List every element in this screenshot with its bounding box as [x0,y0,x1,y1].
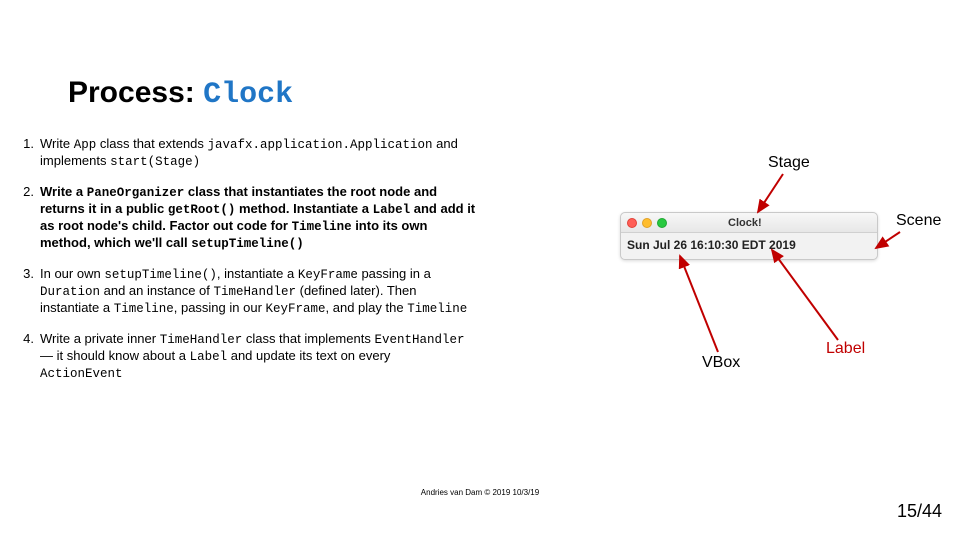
list-text: Write a private inner TimeHandler class … [40,331,476,382]
clock-text: Sun Jul 26 16:10:30 EDT 2019 [627,238,796,252]
app-window: Clock! Sun Jul 26 16:10:30 EDT 2019 [620,212,878,260]
list-item: 2.Write a PaneOrganizer class that insta… [18,184,476,252]
label-text-label: Label [826,340,865,358]
page-number: 15/44 [897,501,942,522]
list-text: Write a PaneOrganizer class that instant… [40,184,476,252]
list-text: Write App class that extends javafx.appl… [40,136,476,170]
slide-title: Process: Clock [68,76,293,112]
diagram: Stage Scene VBox Label Clock! Sun Jul 26… [620,150,940,400]
numbered-list: 1.Write App class that extends javafx.ap… [18,136,476,396]
arrows [620,150,940,400]
title-text: Process: [68,76,203,109]
list-item: 1.Write App class that extends javafx.ap… [18,136,476,170]
list-number: 3. [18,266,40,317]
scene-label: Scene [896,212,941,230]
zoom-icon [657,218,667,228]
list-text: In our own setupTimeline(), instantiate … [40,266,476,317]
list-item: 3.In our own setupTimeline(), instantiat… [18,266,476,317]
window-body: Sun Jul 26 16:10:30 EDT 2019 [621,233,877,259]
list-number: 2. [18,184,40,252]
list-number: 4. [18,331,40,382]
title-code: Clock [203,78,293,112]
stage-label: Stage [768,154,810,172]
titlebar: Clock! [621,213,877,233]
footer: Andries van Dam © 2019 10/3/19 [0,488,960,497]
list-number: 1. [18,136,40,170]
minimize-icon [642,218,652,228]
list-item: 4.Write a private inner TimeHandler clas… [18,331,476,382]
window-title: Clock! [728,217,762,229]
vbox-label: VBox [702,354,740,372]
close-icon [627,218,637,228]
